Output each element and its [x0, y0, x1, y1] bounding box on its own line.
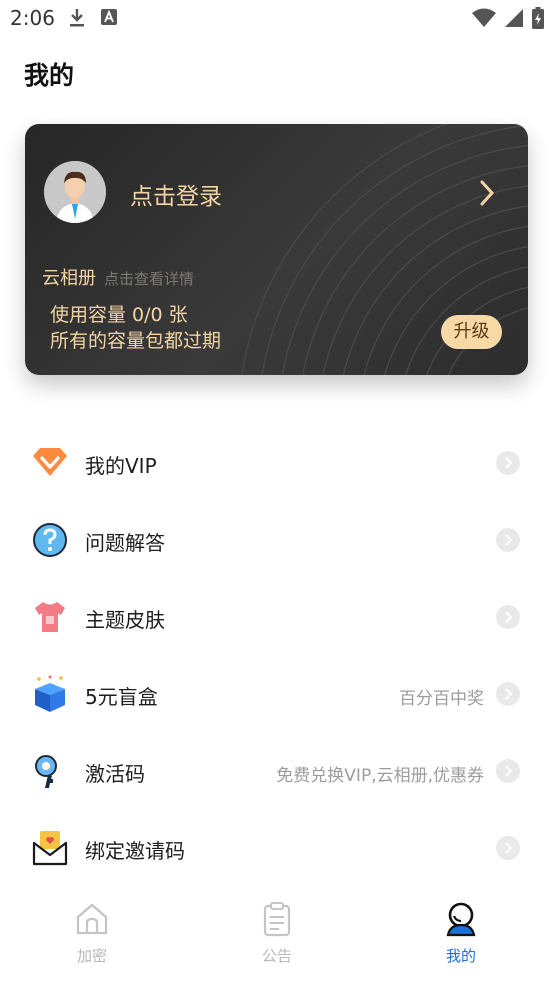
home-icon — [76, 903, 108, 935]
chevron-right-icon — [496, 451, 520, 475]
menu-item-note: 免费兑换VIP,云相册,优惠券 — [276, 766, 484, 786]
menu-item-label: 激活码 — [85, 762, 145, 786]
menu-item-blind-box[interactable]: 5元盲盒 百分百中奖 — [0, 655, 554, 732]
cloud-album-title: 云相册 — [42, 268, 96, 289]
menu-item-label: 5元盲盒 — [85, 685, 158, 709]
account-card[interactable]: 点击登录 云相册 点击查看详情 使用容量 0/0 张 所有的容量包都过期 升级 — [25, 124, 528, 375]
chevron-right-icon — [496, 759, 520, 783]
user-avatar-icon — [44, 161, 106, 223]
battery-icon — [532, 7, 544, 29]
app-notification-icon — [101, 9, 117, 25]
tshirt-icon — [35, 602, 65, 632]
tab-label: 我的 — [445, 947, 476, 965]
question-icon — [33, 523, 67, 557]
status-right-icons — [472, 7, 544, 29]
profile-icon — [446, 902, 476, 937]
chevron-right-icon — [496, 836, 520, 860]
menu-item-note: 百分百中奖 — [399, 689, 484, 709]
tab-notice[interactable]: 公告 — [217, 901, 337, 966]
tab-label: 加密 — [76, 947, 107, 965]
status-left-icons — [68, 8, 118, 28]
expire-text: 所有的容量包都过期 — [50, 330, 222, 352]
page-title: 我的 — [24, 61, 75, 90]
key-icon — [35, 755, 57, 788]
invite-envelope-icon — [32, 831, 68, 866]
clipboard-icon — [263, 902, 291, 937]
status-bar: 2:06 — [0, 0, 554, 38]
status-time: 2:06 — [10, 6, 55, 30]
capacity-text: 使用容量 0/0 张 — [50, 304, 188, 326]
avatar[interactable] — [44, 161, 106, 223]
chevron-right-icon — [496, 605, 520, 629]
vip-diamond-icon — [33, 448, 67, 476]
menu-item-label: 我的VIP — [85, 454, 157, 478]
chevron-right-icon[interactable] — [477, 179, 497, 207]
menu-list: 我的VIP 问题解答 主题皮肤 5元盲盒 百分百中奖 激活码 免费兑换VIP,云… — [0, 424, 554, 886]
upgrade-button[interactable]: 升级 — [441, 315, 502, 349]
cellular-signal-icon — [505, 9, 523, 27]
chevron-right-icon — [496, 682, 520, 706]
tab-encrypt[interactable]: 加密 — [32, 901, 152, 966]
menu-item-vip[interactable]: 我的VIP — [0, 424, 554, 501]
menu-item-activation-code[interactable]: 激活码 免费兑换VIP,云相册,优惠券 — [0, 732, 554, 809]
menu-item-theme[interactable]: 主题皮肤 — [0, 578, 554, 655]
tab-label: 公告 — [261, 947, 292, 965]
wifi-icon — [472, 8, 496, 27]
cloud-album-row[interactable]: 云相册 点击查看详情 — [42, 264, 194, 290]
menu-item-faq[interactable]: 问题解答 — [0, 501, 554, 578]
download-icon — [70, 9, 84, 27]
chevron-right-icon — [496, 528, 520, 552]
bottom-nav: 加密 公告 我的 — [0, 895, 554, 984]
menu-item-invite-code[interactable]: 绑定邀请码 — [0, 809, 554, 886]
login-label[interactable]: 点击登录 — [130, 177, 222, 211]
menu-item-label: 问题解答 — [85, 531, 165, 555]
tab-mine[interactable]: 我的 — [401, 901, 521, 966]
menu-item-label: 绑定邀请码 — [85, 839, 185, 863]
cloud-album-hint: 点击查看详情 — [104, 270, 195, 288]
menu-item-label: 主题皮肤 — [85, 608, 165, 632]
blind-box-icon — [35, 675, 65, 712]
